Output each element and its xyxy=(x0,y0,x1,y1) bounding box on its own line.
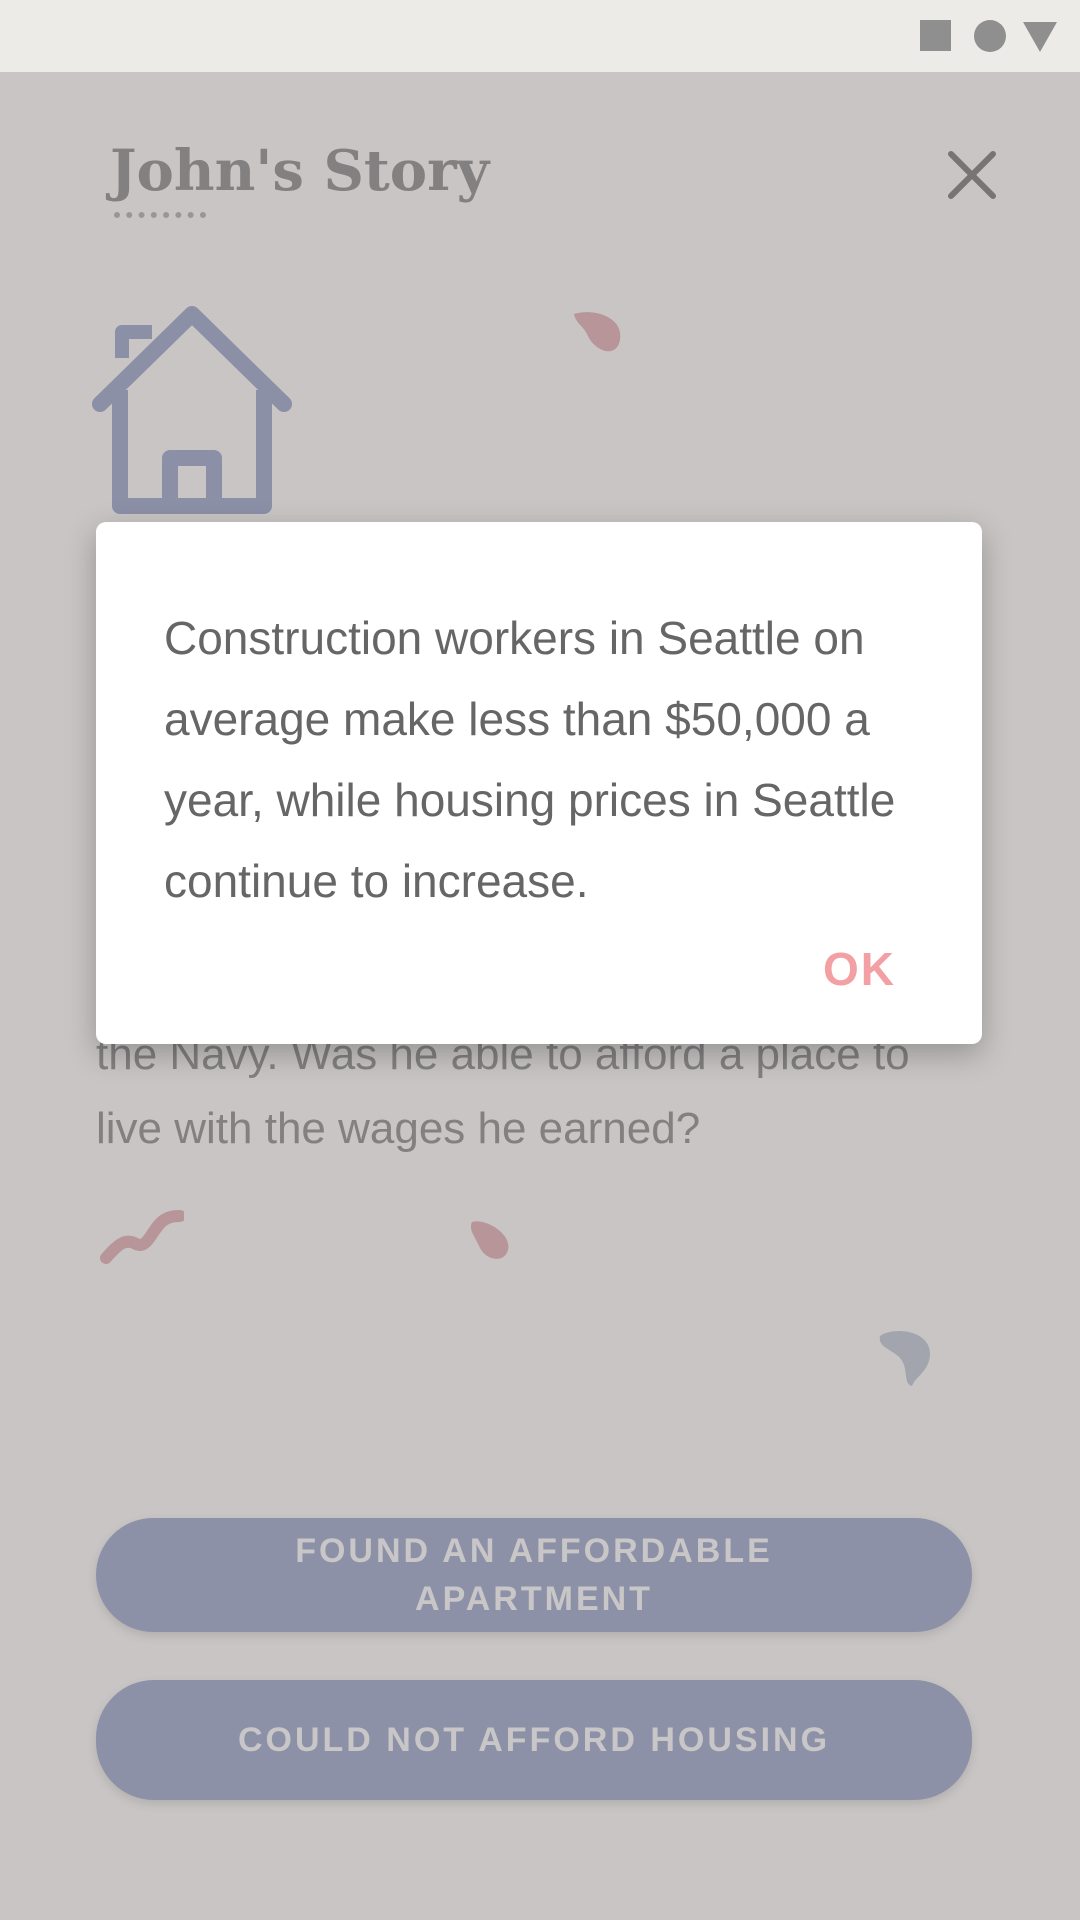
home-circle-icon xyxy=(974,20,1006,52)
screen: John's Story the Navy. Was he able to af… xyxy=(0,0,1080,1920)
back-triangle-icon xyxy=(1023,22,1057,52)
ok-button[interactable]: OK xyxy=(823,942,896,996)
dialog-message: Construction workers in Seattle on avera… xyxy=(164,612,896,907)
stop-square-icon xyxy=(920,20,951,51)
info-dialog: Construction workers in Seattle on avera… xyxy=(96,522,982,1044)
status-bar xyxy=(0,0,1080,72)
